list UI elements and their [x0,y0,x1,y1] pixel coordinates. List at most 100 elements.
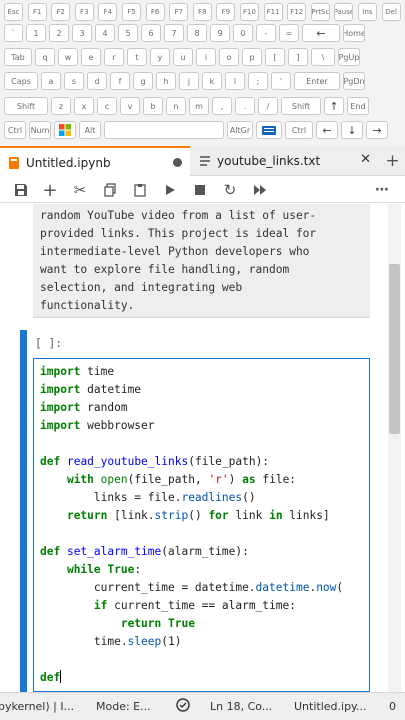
key-d[interactable]: d [87,72,107,90]
key-m[interactable]: m [189,97,209,115]
key-enter[interactable]: Enter [294,72,340,90]
key-u[interactable]: u [173,48,193,66]
tab-youtube-links-txt[interactable]: youtube_links.txt ✕ [191,146,379,176]
key-f8[interactable]: F8 [192,3,212,21]
kernel-status[interactable]: pykernel) | I... [0,700,74,713]
stop-icon[interactable] [191,181,209,199]
key--[interactable]: \ [311,48,335,66]
fast-forward-icon[interactable] [251,181,269,199]
key-r[interactable]: r [104,48,124,66]
key-ctrl[interactable]: Ctrl [285,121,313,139]
key-s[interactable]: s [64,72,84,90]
scrollbar-thumb[interactable] [389,264,400,434]
key-f5[interactable]: F5 [122,3,141,21]
key-f11[interactable]: F11 [263,3,283,21]
tab-untitled-ipynb[interactable]: Untitled.ipynb [0,146,190,177]
key-f3[interactable]: F3 [74,3,94,21]
key-f6[interactable]: F6 [145,3,165,21]
key-v[interactable]: v [120,97,140,115]
key-num[interactable]: Num [29,121,51,139]
key-4[interactable]: 4 [95,24,115,42]
key-pgup[interactable]: PgUp [338,48,360,66]
key--[interactable]: ' [271,72,291,90]
key-p[interactable]: p [242,48,262,66]
windows-key[interactable] [54,121,76,139]
key--[interactable]: [ [265,48,285,66]
key-pgdn[interactable]: PgDn [343,72,365,90]
key-f12[interactable]: F12 [287,3,307,21]
cursor-position[interactable]: Ln 18, Co... [210,700,272,713]
key--[interactable]: , [212,97,232,115]
cut-icon[interactable]: ✂ [71,181,89,199]
key--[interactable]: ` [4,24,23,42]
more-icon[interactable]: ⋯ [373,181,391,199]
run-icon[interactable] [161,181,179,199]
current-file-name[interactable]: Untitled.ipy... [294,700,366,713]
key-q[interactable]: q [35,48,55,66]
key-c[interactable]: c [97,97,117,115]
key-x[interactable]: x [74,97,94,115]
key-k[interactable]: k [202,72,222,90]
key-0[interactable]: 0 [233,24,253,42]
save-icon[interactable] [12,181,30,199]
key-3[interactable]: 3 [72,24,92,42]
space-key[interactable] [104,121,224,139]
key-7[interactable]: 7 [164,24,184,42]
key-f7[interactable]: F7 [169,3,189,21]
key-e[interactable]: e [81,48,101,66]
key-tab[interactable]: Tab [4,48,32,66]
code-cell-editor[interactable]: import time import datetime import random i… [33,358,370,692]
new-tab-button[interactable]: + [380,146,405,176]
key--[interactable]: / [258,97,278,115]
close-icon[interactable]: ✕ [360,152,371,167]
arrow-up-key[interactable]: ↑ [324,97,344,115]
mode-indicator[interactable]: Mode: E... [96,700,151,713]
copy-icon[interactable] [101,181,119,199]
paste-icon[interactable] [131,181,149,199]
key-a[interactable]: a [41,72,61,90]
key-f4[interactable]: F4 [98,3,118,21]
markdown-cell[interactable]: random YouTube video from a list of user… [33,204,370,318]
key--[interactable]: ; [248,72,268,90]
key-ctrl[interactable]: Ctrl [4,121,26,139]
backspace-key[interactable]: ← [302,24,340,42]
backspace-key[interactable]: ← [316,121,338,139]
notebook-panel[interactable]: random YouTube video from a list of user… [0,204,405,692]
key-ins[interactable]: Ins [358,3,377,21]
key-9[interactable]: 9 [210,24,230,42]
key-prtsc[interactable]: PrtSc [310,3,330,21]
restart-icon[interactable]: ↻ [221,181,239,199]
key-alt[interactable]: Alt [79,121,101,139]
key--[interactable]: ] [288,48,308,66]
key-altgr[interactable]: AltGr [227,121,253,139]
add-cell-icon[interactable]: + [41,180,59,201]
key-f[interactable]: f [110,72,130,90]
key-del[interactable]: Del [381,3,401,21]
key-home[interactable]: Home [343,24,365,42]
key-f10[interactable]: F10 [240,3,259,21]
key-w[interactable]: w [58,48,78,66]
key-esc[interactable]: Esc [4,3,23,21]
key--[interactable]: = [279,24,299,42]
key-f1[interactable]: F1 [27,3,47,21]
keyboard-settings-key[interactable] [256,121,282,139]
key-2[interactable]: 2 [49,24,69,42]
arrow-right-key[interactable]: → [366,121,388,139]
unsaved-indicator[interactable] [173,158,182,167]
key-1[interactable]: 1 [26,24,46,42]
key--[interactable]: . [235,97,255,115]
arrow-down-key[interactable]: ↓ [341,121,363,139]
key-b[interactable]: b [143,97,163,115]
key-6[interactable]: 6 [141,24,161,42]
key-caps[interactable]: Caps [4,72,38,90]
key--[interactable]: - [256,24,276,42]
key-n[interactable]: n [166,97,186,115]
key-o[interactable]: o [219,48,239,66]
key-h[interactable]: h [156,72,176,90]
key-g[interactable]: g [133,72,153,90]
key-end[interactable]: End [347,97,369,115]
key-y[interactable]: y [150,48,170,66]
key-5[interactable]: 5 [118,24,138,42]
key-f9[interactable]: F9 [216,3,236,21]
key-i[interactable]: i [196,48,216,66]
